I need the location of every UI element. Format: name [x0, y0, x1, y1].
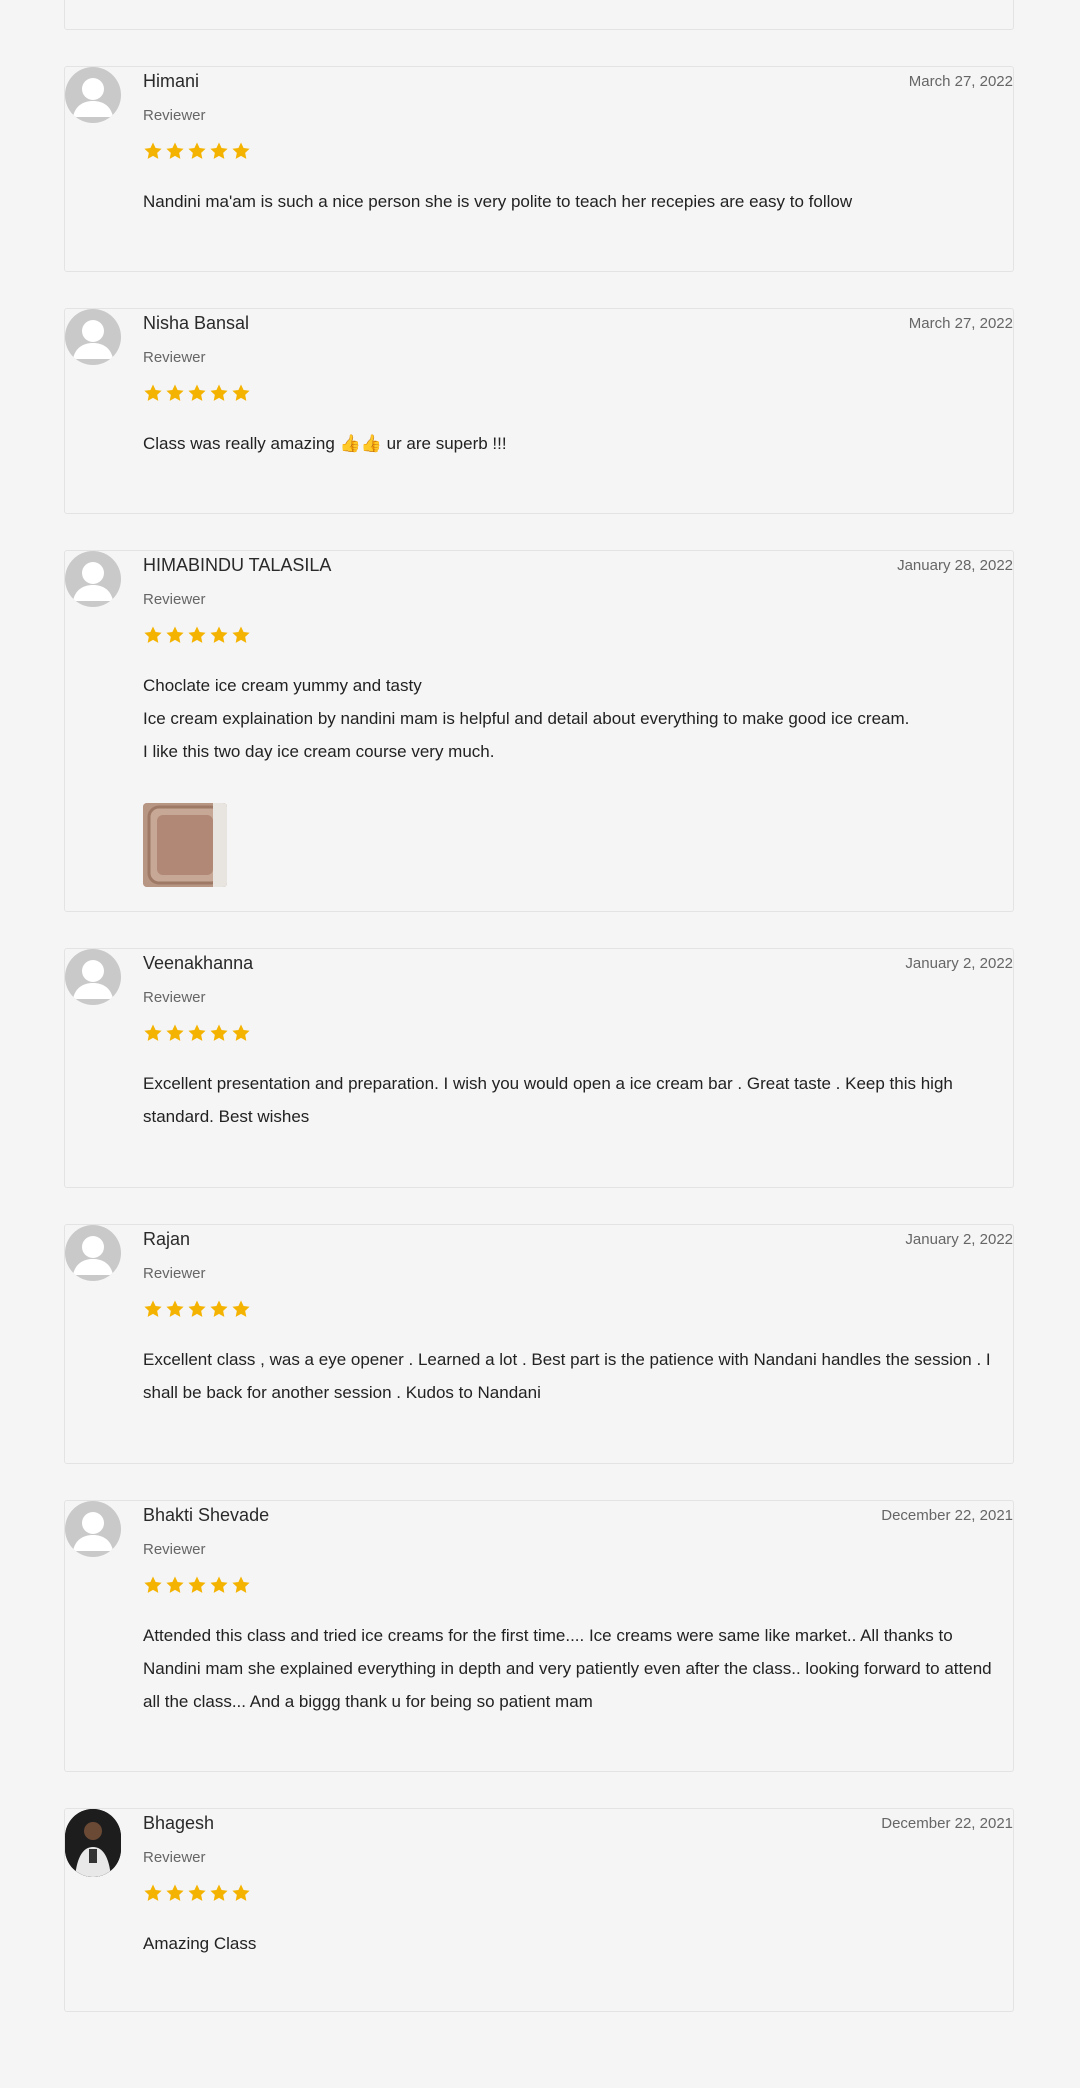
star-icon: [231, 1575, 251, 1597]
star-icon: [209, 625, 229, 647]
star-rating: [143, 1023, 251, 1045]
review-card: Veenakhanna January 2, 2022 Reviewer Excell…: [64, 948, 1014, 1188]
review-text-line: Choclate ice cream yummy and tasty: [143, 676, 422, 695]
star-icon: [231, 625, 251, 647]
review-text: Choclate ice cream yummy and tasty Ice cr…: [143, 669, 1011, 768]
review-card: Bhagesh December 22, 2021 Reviewer Amazing …: [64, 1808, 1014, 2012]
review-date: March 27, 2022: [908, 315, 1013, 332]
review-text-line: Class was really amazing 👍👍 ur are super…: [143, 434, 507, 453]
review-date: March 27, 2022: [908, 73, 1013, 90]
review-date: December 22, 2021: [881, 1815, 1013, 1832]
reviewer-role: Reviewer: [143, 349, 206, 366]
star-icon: [187, 625, 207, 647]
review-card: Bhakti Shevade December 22, 2021 Reviewer A…: [64, 1500, 1014, 1772]
star-rating: [143, 1299, 251, 1321]
star-icon: [165, 1299, 185, 1321]
reviewer-name: Himani: [143, 71, 200, 91]
review-date: December 22, 2021: [881, 1507, 1013, 1524]
star-icon: [231, 1883, 251, 1905]
star-icon: [209, 1883, 229, 1905]
reviewer-name: Rajan: [143, 1229, 191, 1249]
reviewer-role: Reviewer: [143, 1849, 206, 1866]
previous-review-card: [64, 0, 1014, 30]
review-text: Excellent presentation and preparation. …: [143, 1067, 1011, 1133]
review-text: Excellent class , was a eye opener . Lea…: [143, 1343, 1011, 1409]
star-icon: [187, 1023, 207, 1045]
reviewer-name: Veenakhanna: [143, 953, 254, 973]
reviewer-role: Reviewer: [143, 1265, 206, 1282]
star-icon: [165, 1883, 185, 1905]
star-icon: [165, 1023, 185, 1045]
star-icon: [187, 383, 207, 405]
reviewer-role: Reviewer: [143, 989, 206, 1006]
star-icon: [187, 141, 207, 163]
star-icon: [165, 383, 185, 405]
review-text: Class was really amazing 👍👍 ur are super…: [143, 427, 1011, 460]
star-icon: [209, 1023, 229, 1045]
review-date: January 28, 2022: [897, 557, 1013, 574]
review-date: January 2, 2022: [905, 1231, 1013, 1248]
star-icon: [143, 1883, 163, 1905]
star-rating: [143, 383, 251, 405]
star-rating: [143, 1575, 251, 1597]
review-text-line: Amazing Class: [143, 1934, 257, 1953]
reviewer-role: Reviewer: [143, 107, 206, 124]
review-card: Nisha Bansal March 27, 2022 Reviewer Class …: [64, 308, 1014, 514]
star-icon: [187, 1883, 207, 1905]
star-icon: [165, 1575, 185, 1597]
star-icon: [231, 1299, 251, 1321]
star-icon: [143, 1575, 163, 1597]
star-icon: [209, 383, 229, 405]
star-icon: [165, 625, 185, 647]
review-text: Attended this class and tried ice creams…: [143, 1619, 1011, 1718]
reviewer-name: Nisha Bansal: [143, 313, 250, 333]
star-icon: [165, 141, 185, 163]
review-photo-thumbnail[interactable]: [143, 803, 227, 887]
reviewer-name: Bhagesh: [143, 1813, 215, 1833]
star-rating: [143, 1883, 251, 1905]
review-date: January 2, 2022: [905, 955, 1013, 972]
reviewer-role: Reviewer: [143, 591, 206, 608]
default-avatar-icon: [65, 1501, 121, 1557]
star-icon: [143, 1023, 163, 1045]
star-icon: [143, 625, 163, 647]
review-card: Himani March 27, 2022 Reviewer Nandini ma'a…: [64, 66, 1014, 272]
review-text-line: Excellent presentation and preparation. …: [143, 1074, 953, 1126]
review-text-line: I like this two day ice cream course ver…: [143, 742, 495, 761]
review-card: Rajan January 2, 2022 Reviewer Excellent cl…: [64, 1224, 1014, 1464]
star-icon: [187, 1575, 207, 1597]
review-text-line: Excellent class , was a eye opener . Lea…: [143, 1350, 991, 1402]
star-icon: [143, 1299, 163, 1321]
star-icon: [187, 1299, 207, 1321]
star-icon: [143, 141, 163, 163]
default-avatar-icon: [65, 551, 121, 607]
default-avatar-icon: [65, 949, 121, 1005]
star-icon: [209, 1299, 229, 1321]
review-text-line: Ice cream explaination by nandini mam is…: [143, 709, 910, 728]
reviewer-name: HIMABINDU TALASILA: [143, 555, 332, 575]
star-icon: [231, 383, 251, 405]
default-avatar-icon: [65, 309, 121, 365]
avatar-photo: [65, 1809, 121, 1877]
star-rating: [143, 141, 251, 163]
review-card: HIMABINDU TALASILA January 28, 2022 Review…: [64, 550, 1014, 912]
star-icon: [231, 141, 251, 163]
star-icon: [209, 1575, 229, 1597]
review-text: Nandini ma'am is such a nice person she …: [143, 185, 1011, 218]
default-avatar-icon: [65, 67, 121, 123]
star-rating: [143, 625, 251, 647]
review-text-line: Attended this class and tried ice creams…: [143, 1626, 992, 1711]
reviewer-name: Bhakti Shevade: [143, 1505, 270, 1525]
star-icon: [209, 141, 229, 163]
review-text-line: Nandini ma'am is such a nice person she …: [143, 192, 853, 211]
star-icon: [231, 1023, 251, 1045]
star-icon: [143, 383, 163, 405]
review-text: Amazing Class: [143, 1927, 1011, 1960]
default-avatar-icon: [65, 1225, 121, 1281]
reviewer-role: Reviewer: [143, 1541, 206, 1558]
